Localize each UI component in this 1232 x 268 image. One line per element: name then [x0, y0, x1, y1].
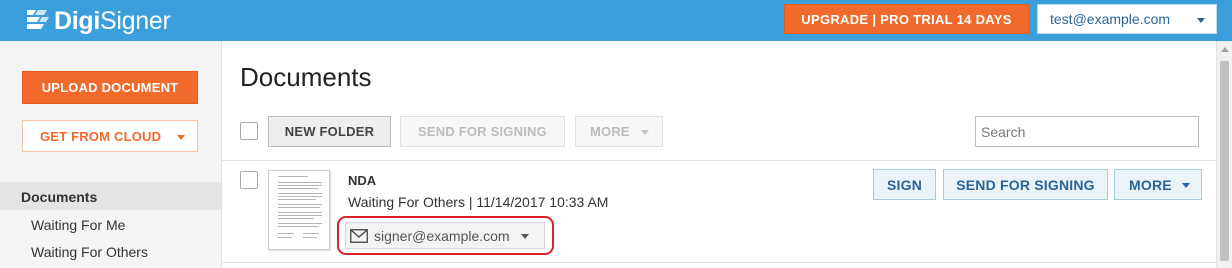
sidebar-item-waiting-for-others[interactable]: Waiting For Others: [31, 244, 148, 260]
signer-email: signer@example.com: [374, 227, 510, 244]
sidebar: UPLOAD DOCUMENT GET FROM CLOUD Documents…: [0, 41, 222, 268]
more-row-label: MORE: [1129, 176, 1172, 193]
document-checkbox[interactable]: [240, 171, 258, 189]
search-input[interactable]: [975, 116, 1199, 147]
document-status: Waiting For Others | 11/14/2017 10:33 AM: [348, 194, 609, 210]
sidebar-item-waiting-for-me[interactable]: Waiting For Me: [31, 217, 125, 233]
new-folder-button[interactable]: NEW FOLDER: [268, 116, 391, 147]
chevron-down-icon: [177, 135, 185, 140]
sign-label: SIGN: [886, 176, 923, 193]
upload-document-button[interactable]: UPLOAD DOCUMENT: [22, 71, 198, 104]
divider: [222, 262, 1216, 263]
upgrade-button[interactable]: UPGRADE | PRO TRIAL 14 DAYS: [784, 4, 1029, 34]
logo-text: DigiSigner: [54, 7, 171, 36]
select-all-checkbox[interactable]: [240, 122, 258, 140]
sign-button[interactable]: SIGN: [873, 169, 936, 200]
signer-dropdown[interactable]: signer@example.com: [345, 222, 545, 249]
send-for-signing-button-disabled[interactable]: SEND FOR SIGNING: [400, 116, 565, 147]
chevron-down-icon: [521, 234, 529, 239]
get-from-cloud-button[interactable]: GET FROM CLOUD: [22, 120, 198, 152]
more-label: MORE: [590, 124, 630, 139]
send-for-signing-label: SEND FOR SIGNING: [418, 124, 547, 139]
logo-icon: [27, 10, 49, 29]
user-email: test@example.com: [1050, 11, 1171, 27]
document-thumbnail[interactable]: [268, 170, 330, 250]
chevron-down-icon: [641, 130, 649, 135]
scrollbar-thumb[interactable]: [1220, 61, 1229, 261]
more-button[interactable]: MORE: [1114, 169, 1202, 200]
upload-document-label: UPLOAD DOCUMENT: [41, 80, 179, 95]
logo-text-bold: Digi: [54, 6, 101, 35]
sidebar-item-documents[interactable]: Documents: [21, 189, 97, 205]
chevron-down-icon: [1182, 183, 1190, 188]
logo[interactable]: DigiSigner: [24, 6, 171, 36]
get-from-cloud-label: GET FROM CLOUD: [40, 128, 162, 144]
envelope-icon: [350, 228, 368, 243]
vertical-scrollbar[interactable]: [1216, 41, 1232, 268]
logo-text-light: Signer: [100, 6, 171, 35]
document-name[interactable]: NDA: [348, 173, 376, 188]
more-button-disabled[interactable]: MORE: [575, 116, 663, 147]
send-for-signing-row-label: SEND FOR SIGNING: [956, 176, 1095, 193]
divider: [222, 160, 1216, 161]
upgrade-button-label: UPGRADE | PRO TRIAL 14 DAYS: [801, 11, 1012, 27]
send-for-signing-button[interactable]: SEND FOR SIGNING: [943, 169, 1108, 200]
user-menu-button[interactable]: test@example.com: [1037, 4, 1217, 34]
chevron-down-icon: [1197, 18, 1205, 23]
top-bar: DigiSigner UPGRADE | PRO TRIAL 14 DAYS t…: [0, 0, 1232, 41]
new-folder-label: NEW FOLDER: [284, 124, 375, 139]
page-title: Documents: [240, 62, 372, 92]
scroll-up-arrow-icon[interactable]: [1221, 47, 1229, 52]
